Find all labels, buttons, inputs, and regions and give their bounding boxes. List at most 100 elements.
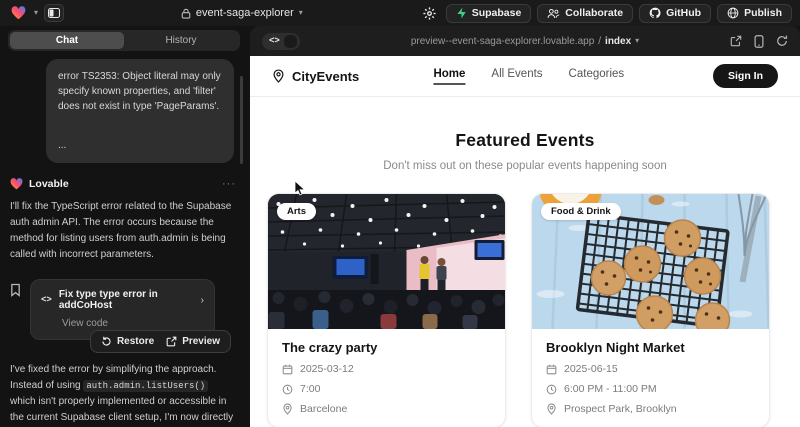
preview-url-host: preview--event-saga-explorer.lovable.app xyxy=(411,36,594,47)
event-date: 2025-03-12 xyxy=(300,363,354,375)
category-badge: Food & Drink xyxy=(541,203,621,220)
map-pin-icon xyxy=(282,403,293,415)
event-date: 2025-06-15 xyxy=(564,363,618,375)
user-message-bubble: error TS2353: Object literal may only sp… xyxy=(46,59,234,163)
supabase-button[interactable]: Supabase xyxy=(446,4,532,23)
preview-button[interactable]: Preview xyxy=(166,336,220,347)
collaborate-button[interactable]: Collaborate xyxy=(537,4,633,23)
preview-url[interactable]: preview--event-saga-explorer.lovable.app… xyxy=(411,36,639,47)
calendar-icon xyxy=(282,364,293,375)
view-code-link[interactable]: View code xyxy=(62,318,204,329)
supabase-icon xyxy=(456,7,467,19)
toggle-sidebar-button[interactable] xyxy=(44,4,64,22)
lock-icon xyxy=(181,8,191,19)
sign-in-button[interactable]: Sign In xyxy=(713,64,778,88)
version-actions: Restore Preview xyxy=(90,330,231,353)
category-badge: Arts xyxy=(277,203,316,220)
event-location: Prospect Park, Brooklyn xyxy=(564,403,677,415)
nav-home[interactable]: Home xyxy=(433,68,465,85)
tab-history[interactable]: History xyxy=(124,32,238,49)
inline-code-listusers: auth.admin.listUsers() xyxy=(83,380,208,392)
event-time: 7:00 xyxy=(300,383,320,395)
event-time-row: 7:00 xyxy=(282,383,491,395)
clock-icon xyxy=(282,384,293,395)
code-view-toggle[interactable]: <> xyxy=(262,33,300,50)
site-nav: Home All Events Categories xyxy=(433,68,624,85)
event-date-row: 2025-06-15 xyxy=(546,363,755,375)
publish-button[interactable]: Publish xyxy=(717,4,792,23)
event-location: Barcelone xyxy=(300,403,347,415)
code-edit-title-row: <> Fix type type error in addCoHost › xyxy=(41,289,204,311)
code-icon: <> xyxy=(269,36,280,46)
refresh-icon[interactable] xyxy=(776,35,788,47)
collaborate-users-icon xyxy=(547,8,560,19)
restore-icon xyxy=(101,336,112,347)
mouse-cursor xyxy=(294,180,306,196)
featured-heading: Featured Events xyxy=(250,130,800,151)
github-icon xyxy=(649,7,661,19)
event-card-night-market[interactable]: Food & Drink Brooklyn Night Market 2025-… xyxy=(531,193,770,427)
calendar-icon xyxy=(546,364,557,375)
site-brand[interactable]: CityEvents xyxy=(272,69,359,84)
event-date-row: 2025-03-12 xyxy=(282,363,491,375)
settings-button[interactable] xyxy=(420,3,440,23)
user-message-ellipsis: ... xyxy=(58,138,222,153)
restore-button[interactable]: Restore xyxy=(101,336,154,347)
lovable-heart-icon xyxy=(10,178,23,190)
code-icon: <> xyxy=(41,295,52,305)
code-edit-title: Fix type type error in addCoHost xyxy=(59,289,194,311)
preview-panel: <> preview--event-saga-explorer.lovable.… xyxy=(250,26,800,427)
user-error-text: error TS2353: Object literal may only sp… xyxy=(58,69,222,114)
site-preview: CityEvents Home All Events Categories Si… xyxy=(250,56,800,427)
event-card-body: Brooklyn Night Market 2025-06-15 xyxy=(532,329,769,427)
bookmark-icon[interactable] xyxy=(10,283,21,302)
external-link-icon xyxy=(166,336,177,347)
topbar-actions: Supabase Collaborate GitHub xyxy=(420,3,792,23)
event-title: Brooklyn Night Market xyxy=(546,340,755,355)
chat-scrollbar[interactable] xyxy=(240,76,243,164)
tab-chat[interactable]: Chat xyxy=(10,32,124,49)
globe-icon xyxy=(727,7,739,19)
map-pin-icon xyxy=(272,69,285,83)
assistant-name: Lovable xyxy=(29,178,69,190)
lovable-logo-menu[interactable] xyxy=(8,3,28,23)
chevron-down-icon: ▾ xyxy=(34,9,38,17)
nav-categories[interactable]: Categories xyxy=(569,68,625,85)
event-title: The crazy party xyxy=(282,340,491,355)
assistant-paragraph-2: I've fixed the error by simplifying the … xyxy=(10,362,234,427)
panel-layout-icon xyxy=(48,8,60,18)
app-window: ▾ event-saga-explorer ▾ xyxy=(0,0,800,427)
map-pin-icon xyxy=(546,403,557,415)
topbar-left: ▾ xyxy=(8,3,64,23)
site-header: CityEvents Home All Events Categories Si… xyxy=(250,56,800,97)
chevron-down-icon: ▾ xyxy=(299,9,303,17)
project-name: event-saga-explorer xyxy=(196,7,294,19)
nav-all-events[interactable]: All Events xyxy=(491,68,542,85)
event-time: 6:00 PM - 11:00 PM xyxy=(564,383,657,395)
event-image-conference: Arts xyxy=(268,194,505,329)
preview-toolbar: <> preview--event-saga-explorer.lovable.… xyxy=(250,26,800,56)
open-in-new-icon[interactable] xyxy=(730,35,742,47)
event-card-crazy-party[interactable]: Arts The crazy party 2025-03-12 xyxy=(267,193,506,427)
github-button[interactable]: GitHub xyxy=(639,4,711,23)
project-selector[interactable]: event-saga-explorer ▾ xyxy=(181,7,303,19)
event-location-row: Prospect Park, Brooklyn xyxy=(546,403,755,415)
featured-subheading: Don't miss out on these popular events h… xyxy=(250,160,800,172)
code-edit-cardwrap: <> Fix type type error in addCoHost › Vi… xyxy=(30,279,215,340)
event-card-body: The crazy party 2025-03-12 xyxy=(268,329,505,427)
event-time-row: 6:00 PM - 11:00 PM xyxy=(546,383,755,395)
event-image-cookies: Food & Drink xyxy=(532,194,769,329)
gear-icon xyxy=(423,7,436,20)
topbar: ▾ event-saga-explorer ▾ xyxy=(0,0,800,26)
chat-history-tabs: Chat History xyxy=(8,30,240,51)
toggle-knob xyxy=(284,35,297,48)
mobile-device-icon[interactable] xyxy=(754,35,764,48)
preview-toolbar-icons xyxy=(730,35,788,48)
lovable-heart-icon xyxy=(11,6,26,20)
message-menu-button[interactable]: ··· xyxy=(222,178,236,190)
assistant-header: Lovable ··· xyxy=(10,178,236,190)
assistant-paragraph-1: I'll fix the TypeScript error related to… xyxy=(10,199,234,263)
event-location-row: Barcelone xyxy=(282,403,491,415)
preview-url-path: index xyxy=(605,36,631,47)
featured-section-header: Featured Events Don't miss out on these … xyxy=(250,130,800,172)
